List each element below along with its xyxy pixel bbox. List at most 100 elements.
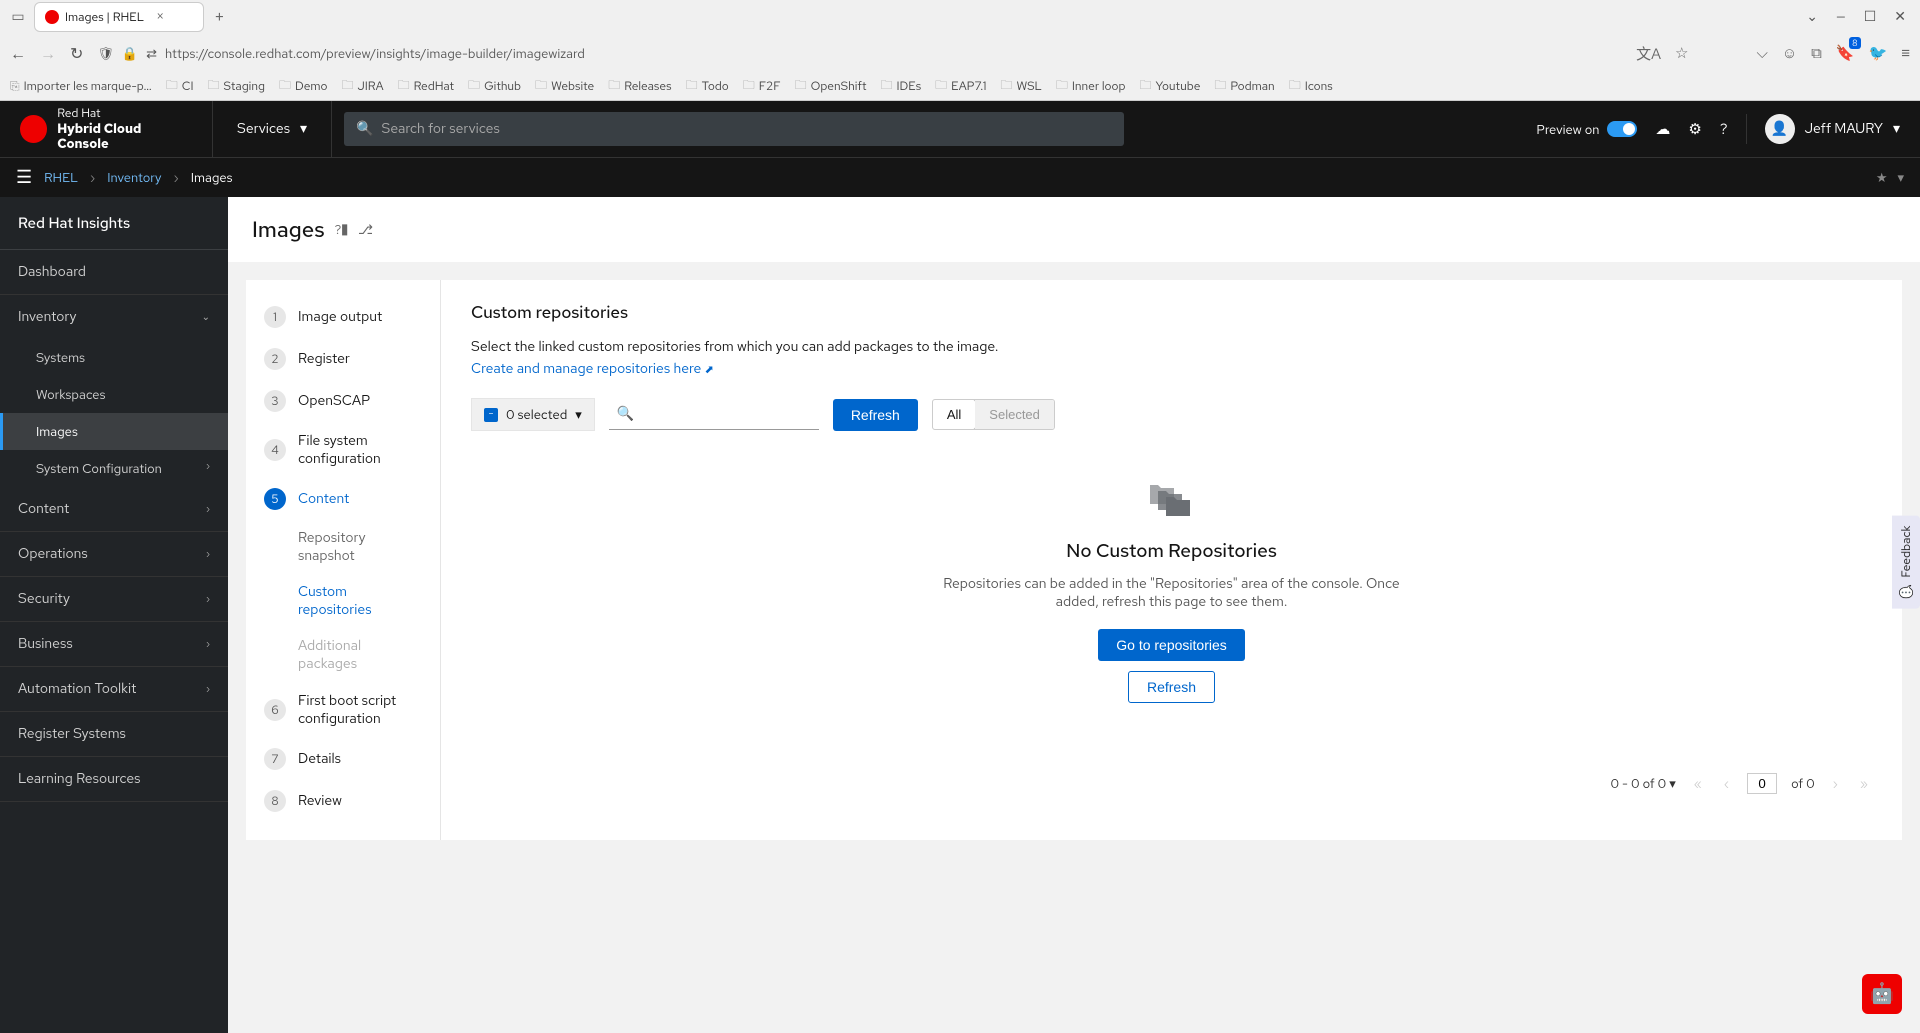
twitter-icon[interactable]: 🐦 (1869, 43, 1888, 63)
bookmark-podman[interactable]: 🗀Podman (1214, 76, 1274, 97)
redhat-logo-icon (20, 115, 47, 143)
feedback-tab[interactable]: 💬 Feedback (1892, 516, 1920, 609)
toggle-switch-icon[interactable] (1607, 121, 1637, 137)
page-input[interactable] (1747, 773, 1777, 794)
recent-pages-icon[interactable]: ▭ (6, 5, 30, 29)
bookmark-demo[interactable]: 🗀Demo (279, 76, 328, 97)
refresh-button[interactable]: Refresh (833, 399, 918, 431)
filter-selected-button[interactable]: Selected (975, 400, 1054, 429)
substep-repo-snapshot[interactable]: Repository snapshot (246, 520, 440, 574)
services-dropdown[interactable]: Services ▾ (212, 101, 332, 157)
user-menu[interactable]: 👤 Jeff MAURY ▾ (1746, 114, 1900, 144)
help-icon[interactable]: ? (1720, 119, 1728, 139)
hamburger-icon[interactable]: ☰ (16, 166, 32, 189)
chat-assistant-button[interactable]: 🤖 (1862, 974, 1902, 1014)
menu-icon[interactable]: ≡ (1901, 43, 1910, 63)
bookmark-releases[interactable]: 🗀Releases (608, 76, 671, 97)
sidebar-item-dashboard[interactable]: Dashboard (0, 250, 228, 295)
sidebar-item-images[interactable]: Images (0, 413, 228, 450)
permissions-icon[interactable]: ⇄ (146, 45, 157, 62)
manage-repos-link[interactable]: Create and manage repositories here ⬈ (471, 360, 714, 378)
account-icon[interactable]: ☺ (1782, 43, 1797, 63)
substep-custom-repos[interactable]: Custom repositories (246, 574, 440, 628)
notif-badge[interactable]: 🔖8 (1836, 43, 1855, 63)
address-field[interactable]: 🛡 🔒 ⇄ https://console.redhat.com/preview… (97, 45, 1622, 62)
bookmark-innerloop[interactable]: 🗀Inner loop (1056, 76, 1126, 97)
cloud-icon[interactable]: ☁ (1655, 119, 1670, 139)
bookmark-openshift[interactable]: 🗀OpenShift (795, 76, 867, 97)
bulk-select[interactable]: − 0 selected ▾ (471, 398, 595, 431)
bookmark-f2f[interactable]: 🗀F2F (743, 76, 781, 97)
breadcrumb-images: Images (191, 169, 233, 186)
browser-tab[interactable]: Images | RHEL × (34, 2, 204, 32)
pagination-summary[interactable]: 0 - 0 of 0 ▾ (1610, 775, 1675, 792)
sidebar-item-automation[interactable]: Automation Toolkit› (0, 667, 228, 712)
caret-down-icon[interactable]: ▾ (1897, 169, 1904, 186)
bookmark-import[interactable]: ⎘Importer les marque-p… (10, 78, 152, 94)
step-openscap[interactable]: 3OpenSCAP (246, 380, 440, 422)
extensions-icon[interactable]: ⧉ (1811, 43, 1822, 63)
page-title: Images (252, 215, 325, 244)
bookmark-star-icon[interactable]: ☆ (1675, 43, 1688, 63)
help-icon[interactable]: ?⃝ (335, 221, 348, 238)
search-services[interactable]: 🔍 Search for services (344, 112, 1124, 146)
preview-toggle[interactable]: Preview on (1536, 121, 1637, 138)
sidebar-item-business[interactable]: Business› (0, 622, 228, 667)
step-filesystem[interactable]: 4File system configuration (246, 422, 440, 478)
sidebar-item-content[interactable]: Content› (0, 487, 228, 532)
sidebar-item-security[interactable]: Security› (0, 577, 228, 622)
back-icon[interactable]: ← (10, 43, 26, 64)
breadcrumb-inventory[interactable]: Inventory (107, 169, 161, 186)
step-content[interactable]: 5Content (246, 478, 440, 520)
pocket-icon[interactable]: ⌵ (1756, 43, 1767, 63)
substep-additional-packages[interactable]: Additional packages (246, 628, 440, 682)
maximize-icon[interactable]: ☐ (1864, 8, 1877, 26)
bookmark-redhat[interactable]: 🗀RedHat (398, 76, 454, 97)
bookmark-youtube[interactable]: 🗀Youtube (1139, 76, 1200, 97)
brand[interactable]: Red Hat Hybrid Cloud Console (0, 106, 212, 152)
bookmark-icons[interactable]: 🗀Icons (1289, 76, 1333, 97)
sidebar-item-operations[interactable]: Operations› (0, 532, 228, 577)
caret-down-icon: ▾ (575, 406, 582, 423)
refresh-empty-button[interactable]: Refresh (1128, 671, 1215, 703)
bookmark-github[interactable]: 🗀Github (468, 76, 521, 97)
chevron-down-icon[interactable]: ⌄ (1806, 8, 1818, 26)
checkbox-indeterminate-icon[interactable]: − (484, 408, 498, 422)
username: Jeff MAURY (1805, 120, 1883, 138)
close-window-icon[interactable]: ✕ (1894, 8, 1906, 26)
go-to-repos-button[interactable]: Go to repositories (1098, 629, 1245, 661)
step-details[interactable]: 7Details (246, 738, 440, 780)
step-image-output[interactable]: 1Image output (246, 296, 440, 338)
tab-favicon (45, 10, 59, 24)
minimize-icon[interactable]: — (1836, 8, 1846, 26)
step-review[interactable]: 8Review (246, 780, 440, 822)
shield-icon[interactable]: 🛡 (97, 45, 114, 62)
bookmark-wsl[interactable]: 🗀WSL (1000, 76, 1041, 97)
bookmark-eap[interactable]: 🗀EAP7.1 (935, 76, 986, 97)
bookmark-ci[interactable]: 🗀CI (166, 76, 194, 97)
sidebar-item-workspaces[interactable]: Workspaces (0, 376, 228, 413)
bookmark-staging[interactable]: 🗀Staging (208, 76, 265, 97)
lock-icon[interactable]: 🔒 (122, 45, 138, 62)
bookmark-todo[interactable]: 🗀Todo (686, 76, 729, 97)
sidebar-item-inventory[interactable]: Inventory⌄ (0, 295, 228, 339)
bookmark-ides[interactable]: 🗀IDEs (880, 76, 921, 97)
bookmark-jira[interactable]: 🗀JIRA (342, 76, 384, 97)
breadcrumb-rhel[interactable]: RHEL (44, 169, 78, 186)
step-register[interactable]: 2Register (246, 338, 440, 380)
sidebar-item-systems[interactable]: Systems (0, 339, 228, 376)
search-input[interactable]: 🔍 (609, 399, 819, 430)
star-icon[interactable]: ★ (1876, 169, 1888, 186)
reload-icon[interactable]: ↻ (70, 43, 83, 64)
bookmark-website[interactable]: 🗀Website (535, 76, 594, 97)
gear-icon[interactable]: ⚙ (1688, 119, 1701, 139)
step-first-boot[interactable]: 6First boot script configuration (246, 682, 440, 738)
sidebar-item-learning[interactable]: Learning Resources (0, 757, 228, 802)
branch-icon[interactable]: ⎇ (358, 221, 373, 238)
sidebar-item-register[interactable]: Register Systems (0, 712, 228, 757)
filter-all-button[interactable]: All (932, 399, 976, 430)
tab-close-icon[interactable]: × (156, 8, 164, 26)
translate-icon[interactable]: 文A (1636, 43, 1661, 64)
new-tab-icon[interactable]: + (208, 6, 231, 29)
sidebar-item-system-config[interactable]: System Configuration› (0, 450, 228, 487)
